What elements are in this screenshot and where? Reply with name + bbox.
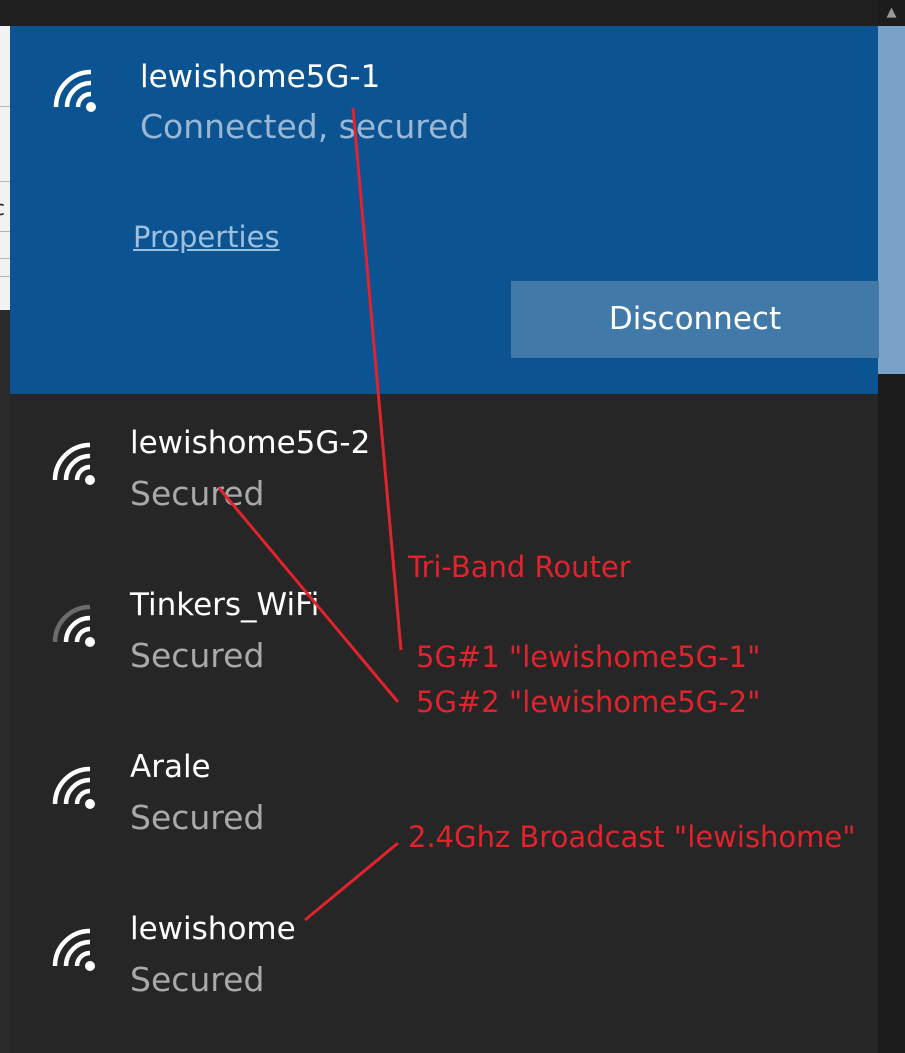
annotation-line-band2: [217, 487, 400, 703]
wifi-flyout: c ▲ lewishome5G-1 Connected, secured Pro…: [0, 0, 905, 1053]
annotation-line-band24: [304, 841, 399, 922]
annotation-lines: [217, 107, 403, 922]
annotation-band1: 5G#1 "lewishome5G-1": [416, 640, 761, 674]
annotation-band24: 2.4Ghz Broadcast "lewishome": [408, 820, 856, 854]
annotation-line-band1: [351, 107, 403, 651]
annotation-router: Tri-Band Router: [408, 550, 631, 584]
annotation-band2: 5G#2 "lewishome5G-2": [416, 685, 761, 719]
